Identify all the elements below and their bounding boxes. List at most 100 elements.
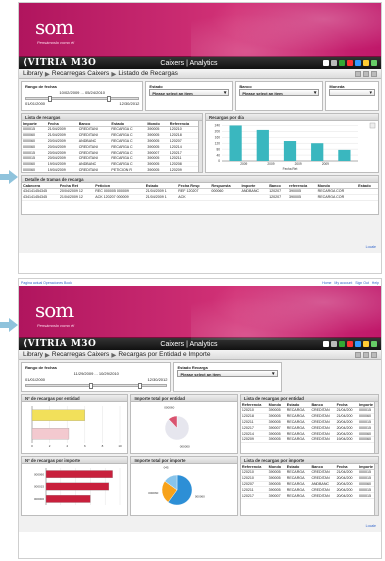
slice-label: 045 — [164, 466, 169, 470]
top-screenshot: som Pensámoslo como él ⟨VITRIA M3O Caixe… — [18, 2, 382, 274]
table-cell — [240, 194, 269, 201]
table-cell: 390005 — [267, 436, 286, 443]
slice-label: 000060 — [165, 405, 175, 409]
refresh-icon[interactable] — [355, 70, 361, 77]
bar — [311, 143, 324, 161]
x-tick-label: 2 — [49, 444, 51, 448]
breadcrumb-item[interactable]: Recarregas Caixers — [52, 351, 109, 358]
table-cell: 120207 — [268, 194, 289, 201]
date-slider[interactable] — [25, 383, 168, 389]
star-icon[interactable] — [363, 341, 369, 347]
toolbar-icons — [323, 60, 377, 66]
banco-dropdown[interactable]: Please select an item — [239, 89, 320, 96]
table-cell: PETICION R — [110, 166, 147, 172]
table-cell: 21/04/2009 1 — [144, 194, 178, 201]
sign-out-link[interactable]: Sign Out — [355, 281, 369, 285]
vitria-bar: ⟨VITRIA M3O Caixers | Analytics — [19, 57, 381, 69]
date-slider[interactable] — [25, 96, 140, 102]
x-tick-label: 2009 — [240, 162, 247, 166]
total-amount-chart: 000060 000060 045 — [149, 466, 206, 506]
recargas-por-dia-chart: 040801201602002402009 2009 2009 2009Fecha R… — [215, 122, 376, 171]
table-row[interactable]: 120217 390007 RECARGA CREDITAN 20/04/200 0000… — [240, 492, 378, 499]
my-account-link[interactable]: My account — [334, 281, 352, 285]
count-amount-panel: Nº de recargas por importe 000060 000015 0… — [21, 456, 129, 516]
moneda-input[interactable] — [329, 89, 375, 96]
brand-header: som Pensámoslo como él — [19, 3, 381, 57]
grid-icon[interactable] — [339, 60, 345, 66]
print-icon[interactable] — [371, 70, 377, 77]
breadcrumb-item[interactable]: Library — [23, 351, 43, 358]
scrollbar[interactable] — [374, 402, 378, 453]
mail-icon[interactable] — [355, 341, 361, 347]
bar — [256, 129, 269, 161]
settings-icon[interactable] — [371, 341, 377, 347]
alert-icon[interactable] — [347, 341, 353, 347]
chart-icon[interactable] — [323, 60, 329, 66]
y-tick-label: 80 — [216, 147, 220, 151]
y-tick-label: 240 — [215, 124, 221, 128]
scrollbar[interactable] — [374, 464, 378, 515]
slice-label: 000060 — [195, 494, 205, 498]
table-cell: 390005 — [146, 166, 169, 172]
refresh-icon[interactable] — [355, 351, 361, 358]
table-row[interactable]: 120209 390005 RECARGA CREDITAN 19/04/200 0000… — [240, 436, 378, 443]
breadcrumb-item[interactable]: Library — [23, 70, 43, 77]
home-link[interactable]: Home — [322, 281, 331, 285]
som-logo: som — [35, 15, 74, 39]
print-icon[interactable] — [371, 351, 377, 358]
export-icon[interactable] — [363, 70, 369, 77]
table-cell: 000060 — [22, 166, 47, 172]
list-amount-panel: Lista de recargas por importe Referencia… — [239, 456, 379, 516]
bar — [45, 470, 113, 479]
brand-header: som Pensámoslo como él — [19, 286, 381, 340]
table-cell: 120217 — [240, 492, 268, 499]
bar-chart-panel: Recargas por día 0 40 80 120 160 200 240 2009 20… — [205, 113, 379, 173]
star-icon[interactable] — [363, 60, 369, 66]
panel-title: Lista de recargas por importe — [240, 457, 378, 464]
arrow-icon — [0, 170, 18, 184]
bar — [31, 409, 85, 421]
vitria-logo: ⟨VITRIA M3O — [23, 339, 97, 349]
estado-dropdown[interactable]: Please select an item — [149, 89, 230, 96]
x-tick-label: 2009 — [267, 162, 274, 166]
export-icon[interactable] — [363, 351, 369, 358]
bar — [45, 482, 110, 491]
current-page-link[interactable]: Pagina actual Operaciones Book — [21, 281, 72, 285]
footer-link[interactable]: Locale — [366, 524, 376, 528]
y-tick-label: 40 — [216, 153, 220, 157]
tramas-table: Cabecera Fecha Ret Peticion Estado Fecha Res… — [22, 183, 378, 201]
table-cell: 120209 — [168, 166, 202, 172]
date-range-value: 11/29/2009 ... 10/29/2010 — [73, 371, 119, 376]
date-start: 01/01/2000 — [25, 101, 46, 106]
table-row[interactable]: 434141454345 21/04/2009 12 ACK 120207 0000… — [22, 194, 378, 201]
module-title: Caixers | Analytics — [160, 340, 218, 348]
mail-icon[interactable] — [355, 60, 361, 66]
table-cell: ACK 120207 000009 — [94, 194, 145, 201]
date-range-label: Rango de fechas — [25, 365, 58, 370]
toolbar-icons — [323, 341, 377, 347]
grid-icon[interactable] — [339, 341, 345, 347]
table-cell: RECARGA — [285, 492, 311, 499]
top-links: Pagina actual Operaciones Book Home My a… — [19, 279, 381, 286]
estado-dropdown[interactable]: Please select an item — [177, 370, 278, 377]
tagline: Pensámoslo como él — [37, 40, 75, 45]
y-tick-label: 200 — [215, 130, 221, 134]
bar — [338, 149, 351, 161]
bar — [283, 141, 297, 161]
alert-icon[interactable] — [347, 60, 353, 66]
scrollbar[interactable] — [198, 121, 202, 172]
help-link[interactable]: Help — [372, 281, 379, 285]
table-row[interactable]: 000060 19/04/2009 CREDITANI PETICION R 39000… — [22, 166, 202, 172]
table-cell: 390007 — [267, 492, 286, 499]
table-cell: RECARGA COR — [316, 194, 358, 201]
chart-icon[interactable] — [323, 341, 329, 347]
search-icon[interactable] — [331, 60, 337, 66]
settings-icon[interactable] — [371, 60, 377, 66]
x-tick-label: 0 — [31, 444, 33, 448]
footer-link[interactable]: Locale — [366, 245, 376, 249]
bar — [45, 494, 91, 503]
table-cell: 19/04/2009 — [46, 166, 78, 172]
table-cell: 120209 — [240, 436, 268, 443]
breadcrumb-item[interactable]: Recarregas Caixers — [52, 70, 109, 77]
search-icon[interactable] — [331, 341, 337, 347]
